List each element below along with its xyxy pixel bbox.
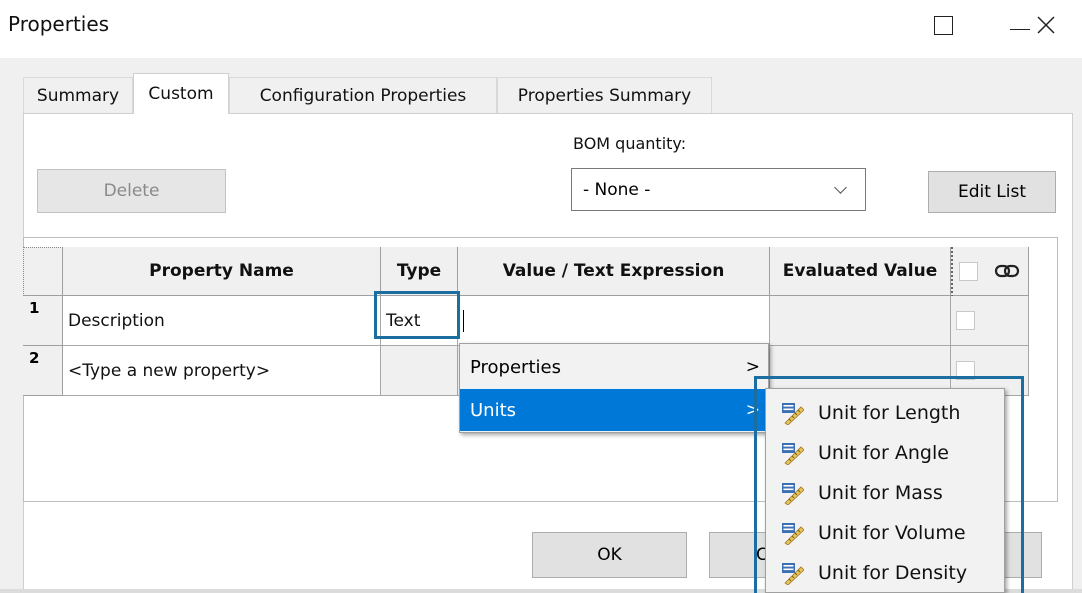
unit-ruler-icon — [782, 403, 804, 425]
link-cell — [951, 296, 1029, 346]
header-type[interactable]: Type — [381, 247, 458, 296]
property-name-cell[interactable]: Description — [63, 296, 381, 346]
edit-list-button[interactable]: Edit List — [928, 171, 1056, 213]
header-property-name[interactable]: Property Name — [63, 247, 381, 296]
tab-custom[interactable]: Custom — [133, 73, 229, 114]
evaluated-value-cell — [770, 296, 951, 346]
minimize-icon — [1010, 28, 1030, 30]
submenu-item-label: Unit for Length — [818, 402, 961, 424]
tab-configuration-properties[interactable]: Configuration Properties — [229, 77, 497, 113]
submenu-item-unit-density[interactable]: Unit for Density — [766, 553, 1004, 592]
submenu-arrow-icon: > — [745, 357, 760, 377]
row-link-checkbox[interactable] — [956, 311, 975, 330]
row-number[interactable]: 2 — [23, 346, 63, 396]
menu-item-label: Properties — [470, 356, 561, 378]
value-cell[interactable] — [458, 296, 770, 346]
submenu-item-unit-angle[interactable]: Unit for Angle — [766, 433, 1004, 473]
submenu-item-label: Unit for Mass — [818, 482, 943, 504]
bom-quantity-value: - None - — [583, 179, 651, 200]
type-cell[interactable] — [381, 346, 458, 396]
submenu-item-label: Unit for Volume — [818, 522, 966, 544]
submenu-item-unit-volume[interactable]: Unit for Volume — [766, 513, 1004, 553]
unit-ruler-icon — [782, 443, 804, 465]
tab-properties-summary[interactable]: Properties Summary — [497, 77, 712, 113]
delete-button[interactable]: Delete — [37, 169, 226, 213]
link-all-checkbox[interactable] — [959, 261, 978, 281]
row-number[interactable]: 1 — [23, 296, 63, 346]
maximize-button[interactable] — [925, 10, 961, 40]
units-submenu: Unit for Length Unit for Angle Unit for … — [765, 388, 1005, 593]
maximize-icon — [933, 15, 953, 35]
menu-item-units[interactable]: Units > — [460, 389, 768, 431]
link-icon — [994, 264, 1020, 278]
new-property-cell[interactable]: <Type a new property> — [63, 346, 381, 396]
submenu-item-unit-mass[interactable]: Unit for Mass — [766, 473, 1004, 513]
ok-button[interactable]: OK — [532, 532, 687, 578]
submenu-item-label: Unit for Density — [818, 562, 968, 584]
close-button[interactable] — [1028, 10, 1064, 40]
submenu-item-unit-length[interactable]: Unit for Length — [766, 393, 1004, 433]
unit-ruler-icon — [782, 523, 804, 545]
unit-ruler-icon — [782, 563, 804, 585]
window-title: Properties — [8, 12, 110, 36]
header-value-text-expression[interactable]: Value / Text Expression — [458, 247, 770, 296]
context-menu: Properties > Units > — [459, 343, 769, 433]
menu-item-properties[interactable]: Properties > — [460, 346, 768, 388]
text-cursor — [463, 309, 464, 332]
header-link-column — [951, 247, 1029, 296]
grid-corner[interactable] — [23, 247, 63, 296]
bom-quantity-label: BOM quantity: — [573, 134, 687, 153]
menu-item-label: Units — [470, 399, 517, 421]
type-cell[interactable]: Text — [381, 296, 458, 346]
header-evaluated-value[interactable]: Evaluated Value — [770, 247, 951, 296]
submenu-arrow-icon: > — [745, 400, 760, 420]
bom-quantity-select[interactable]: - None - — [571, 168, 866, 211]
unit-ruler-icon — [782, 483, 804, 505]
tab-summary[interactable]: Summary — [23, 77, 133, 113]
row-link-checkbox[interactable] — [956, 361, 975, 380]
close-icon — [1037, 16, 1055, 34]
submenu-item-label: Unit for Angle — [818, 442, 949, 464]
